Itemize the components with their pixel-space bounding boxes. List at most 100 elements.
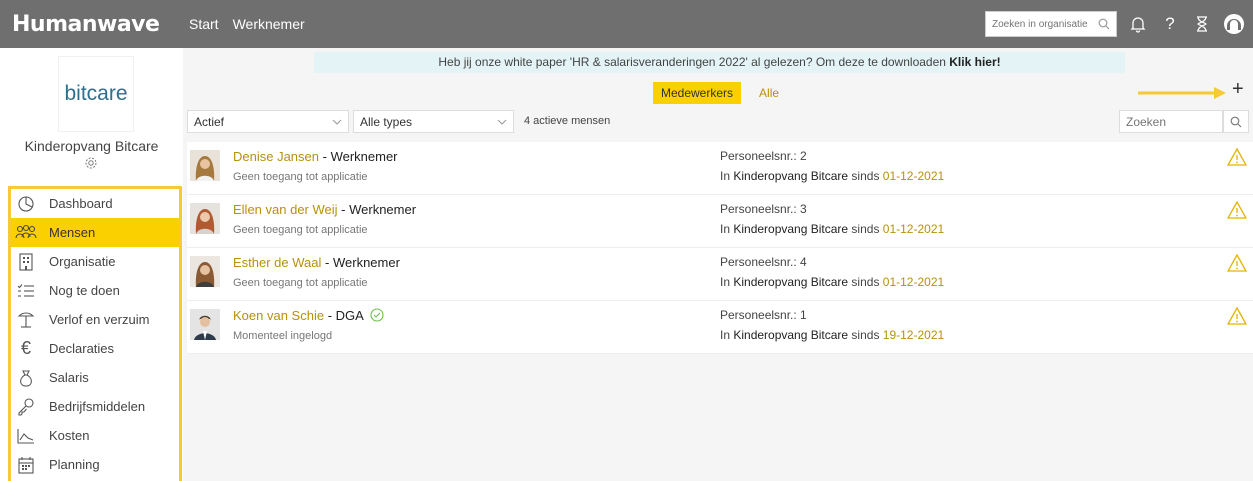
warning-icon[interactable] bbox=[1227, 201, 1247, 219]
chart-icon bbox=[15, 427, 37, 445]
banner-link[interactable]: Klik hier! bbox=[949, 55, 1000, 69]
person-role: Werknemer bbox=[332, 255, 400, 270]
employer: Kinderopvang Bitcare bbox=[733, 222, 849, 236]
hourglass-icon[interactable] bbox=[1191, 13, 1213, 35]
search-icon[interactable] bbox=[1098, 18, 1110, 30]
in-label: In bbox=[720, 169, 734, 183]
menu-label: Verlof en verzuim bbox=[49, 312, 150, 327]
person-access: Geen toegang tot applicatie bbox=[233, 277, 368, 289]
menu-item-declaraties[interactable]: € Declaraties bbox=[11, 334, 179, 363]
arrow-annotation-icon bbox=[1138, 87, 1226, 99]
since-label: sinds bbox=[848, 222, 883, 236]
person-name[interactable]: Ellen van der Weij bbox=[233, 202, 338, 217]
employment-info: In Kinderopvang Bitcare sinds 19-12-2021 bbox=[720, 328, 944, 342]
menu-label: Planning bbox=[49, 457, 100, 472]
verified-check-icon bbox=[370, 308, 384, 322]
people-search-input[interactable] bbox=[1119, 110, 1223, 133]
org-search-input[interactable] bbox=[992, 18, 1092, 30]
personnel-number: Personeelsnr.: 3 bbox=[720, 202, 807, 216]
building-icon bbox=[15, 252, 37, 271]
avatar bbox=[190, 203, 220, 234]
personnel-number: Personeelsnr.: 2 bbox=[720, 149, 807, 163]
start-date: 01-12-2021 bbox=[882, 169, 945, 183]
menu-label: Salaris bbox=[49, 370, 89, 385]
employer: Kinderopvang Bitcare bbox=[733, 275, 849, 289]
top-bar: Humanwave Start Werknemer ? bbox=[0, 0, 1253, 48]
add-person-button[interactable]: + bbox=[1232, 78, 1244, 101]
status-select-value: Actief bbox=[194, 114, 225, 129]
leave-icon bbox=[15, 311, 37, 329]
menu-item-verlof-en-verzuim[interactable]: Verlof en verzuim bbox=[11, 305, 179, 334]
person-role: DGA bbox=[335, 308, 364, 323]
type-select[interactable]: Alle types bbox=[353, 110, 514, 133]
warning-icon[interactable] bbox=[1227, 307, 1247, 325]
employer: Kinderopvang Bitcare bbox=[733, 328, 849, 342]
people-list: Denise Jansen - Werknemer Geen toegang t… bbox=[187, 142, 1253, 354]
menu-item-organisatie[interactable]: Organisatie bbox=[11, 247, 179, 276]
start-date: 01-12-2021 bbox=[882, 222, 945, 236]
avatar bbox=[190, 256, 220, 287]
company-logo-text: bitcare bbox=[64, 82, 128, 105]
toggle-alle[interactable]: Alle bbox=[751, 82, 787, 104]
promo-banner[interactable]: Heb jij onze white paper 'HR & salarisve… bbox=[314, 52, 1125, 73]
person-name[interactable]: Denise Jansen bbox=[233, 149, 319, 164]
menu-item-bedrijfsmiddelen[interactable]: Bedrijfsmiddelen bbox=[11, 392, 179, 421]
warning-icon[interactable] bbox=[1227, 148, 1247, 166]
money-bag-icon bbox=[15, 369, 37, 387]
nav-start[interactable]: Start bbox=[189, 16, 219, 32]
person-row[interactable]: Denise Jansen - Werknemer Geen toegang t… bbox=[187, 142, 1253, 195]
menu-label: Nog te doen bbox=[49, 283, 120, 298]
nav-werknemer[interactable]: Werknemer bbox=[233, 16, 305, 32]
menu-label: Kosten bbox=[49, 428, 90, 443]
person-row[interactable]: Esther de Waal - Werknemer Geen toegang … bbox=[187, 248, 1253, 301]
menu-item-nog-te-doen[interactable]: Nog te doen bbox=[11, 276, 179, 305]
avatar bbox=[190, 309, 220, 340]
in-label: In bbox=[720, 222, 734, 236]
person-name-line: Esther de Waal - Werknemer bbox=[233, 255, 400, 270]
toggle-medewerkers[interactable]: Medewerkers bbox=[653, 82, 742, 104]
menu-item-salaris[interactable]: Salaris bbox=[11, 363, 179, 392]
since-label: sinds bbox=[848, 275, 883, 289]
calendar-icon bbox=[15, 456, 37, 474]
person-name[interactable]: Esther de Waal bbox=[233, 255, 321, 270]
in-label: In bbox=[720, 275, 734, 289]
status-select[interactable]: Actief bbox=[187, 110, 349, 133]
people-icon bbox=[15, 224, 37, 242]
sidebar: bitcare Kinderopvang Bitcare Dashboard M… bbox=[0, 48, 183, 481]
banner-text: Heb jij onze white paper 'HR & salarisve… bbox=[438, 55, 950, 69]
user-avatar-icon[interactable] bbox=[1223, 13, 1245, 35]
menu-label: Declaraties bbox=[49, 341, 115, 356]
start-date: 01-12-2021 bbox=[882, 275, 945, 289]
app-logo[interactable]: Humanwave bbox=[0, 12, 183, 37]
people-count: 4 actieve mensen bbox=[524, 115, 611, 127]
menu-item-planning[interactable]: Planning bbox=[11, 450, 179, 479]
gear-icon[interactable] bbox=[84, 156, 98, 170]
menu-item-dashboard[interactable]: Dashboard bbox=[11, 189, 179, 218]
person-name[interactable]: Koen van Schie bbox=[233, 308, 324, 323]
bell-icon[interactable] bbox=[1127, 13, 1149, 35]
menu-label: Organisatie bbox=[49, 254, 116, 269]
org-search bbox=[985, 11, 1117, 37]
since-label: sinds bbox=[848, 169, 883, 183]
main-content: Heb jij onze white paper 'HR & salarisve… bbox=[183, 48, 1253, 481]
employment-info: In Kinderopvang Bitcare sinds 01-12-2021 bbox=[720, 275, 944, 289]
start-date: 19-12-2021 bbox=[882, 328, 945, 342]
person-access: Geen toegang tot applicatie bbox=[233, 224, 368, 236]
menu-label: Dashboard bbox=[49, 196, 113, 211]
person-access: Momenteel ingelogd bbox=[233, 330, 333, 342]
employment-info: In Kinderopvang Bitcare sinds 01-12-2021 bbox=[720, 169, 944, 183]
view-toggles: Medewerkers Alle bbox=[653, 82, 787, 104]
warning-icon[interactable] bbox=[1227, 254, 1247, 272]
menu-item-kosten[interactable]: Kosten bbox=[11, 421, 179, 450]
avatar bbox=[190, 150, 220, 181]
person-role: Werknemer bbox=[349, 202, 417, 217]
employment-info: In Kinderopvang Bitcare sinds 01-12-2021 bbox=[720, 222, 944, 236]
main-menu: Dashboard Mensen Organisatie Nog te doen… bbox=[8, 186, 182, 481]
key-icon bbox=[15, 397, 37, 416]
menu-item-mensen[interactable]: Mensen bbox=[11, 218, 179, 247]
person-row[interactable]: Ellen van der Weij - Werknemer Geen toeg… bbox=[187, 195, 1253, 248]
search-icon[interactable] bbox=[1223, 110, 1249, 133]
person-name-line: Ellen van der Weij - Werknemer bbox=[233, 202, 417, 217]
help-icon[interactable]: ? bbox=[1159, 13, 1181, 35]
person-row[interactable]: Koen van Schie - DGA Momenteel ingelogd … bbox=[187, 301, 1253, 354]
